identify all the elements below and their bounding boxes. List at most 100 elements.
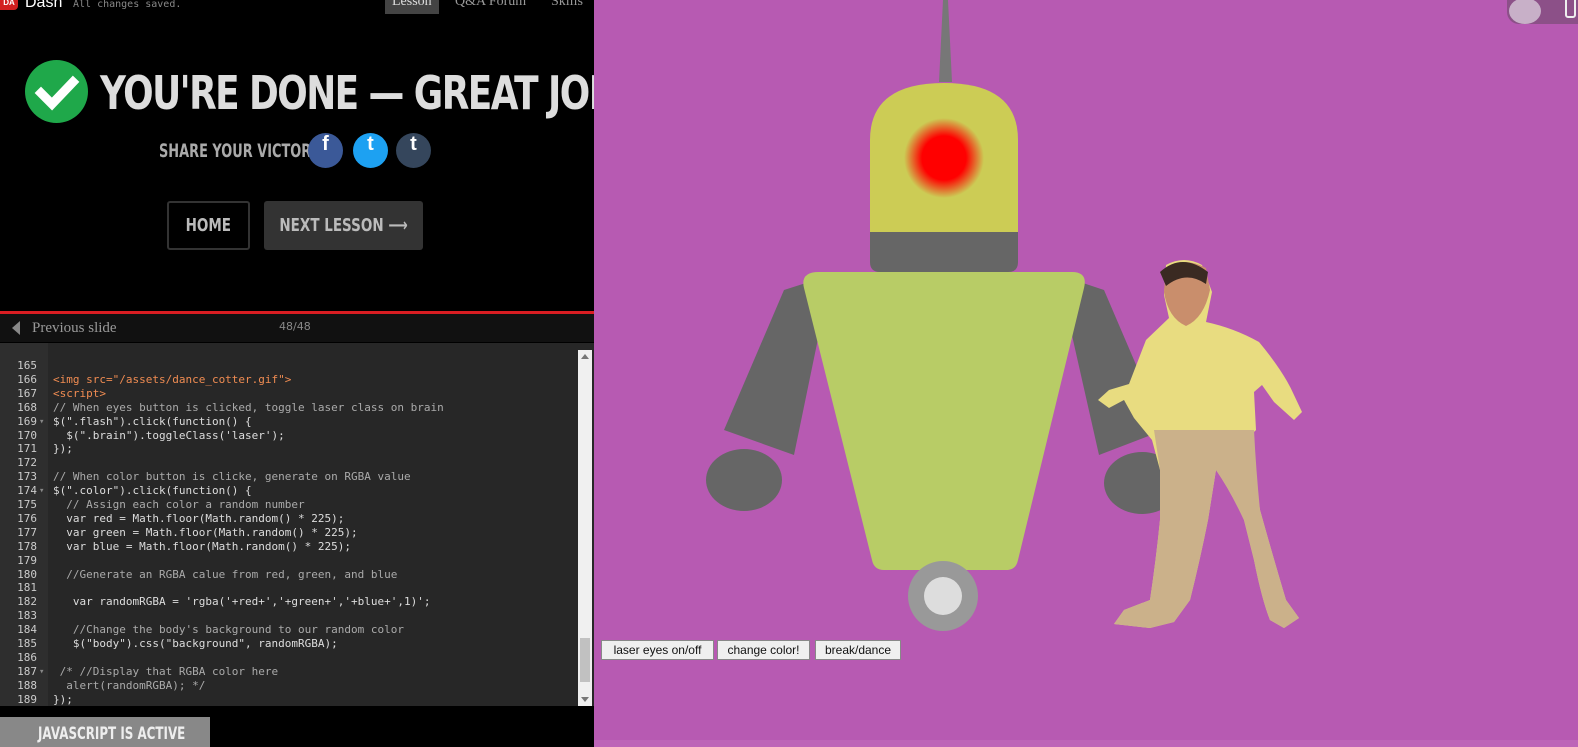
tab-lesson[interactable]: Lesson (385, 0, 439, 14)
fold-arrow-icon[interactable]: ▾ (39, 484, 44, 498)
code-line[interactable]: 178 var blue = Math.floor(Math.random() … (0, 540, 578, 554)
chevron-left-icon[interactable] (12, 321, 20, 335)
line-number: 179 (17, 553, 37, 567)
line-number: 183 (17, 609, 37, 623)
line-number: 187 (17, 664, 37, 678)
line-number: 180 (17, 567, 37, 581)
tumblr-icon[interactable]: t (396, 133, 431, 168)
code-line[interactable]: 185 $("body").css("background", randomRG… (0, 637, 578, 651)
code-line[interactable]: 176 var red = Math.floor(Math.random() *… (0, 512, 578, 526)
code-line[interactable]: 182 var randomRGBA = 'rgba('+red+','+gre… (0, 595, 578, 609)
line-number: 176 (17, 511, 37, 525)
code-line[interactable]: 174 ▾ $(".color").click(function() { (0, 484, 578, 498)
logo-text: DA (3, 0, 15, 7)
dancing-man-image (1098, 260, 1302, 628)
lesson-panel: DA Dash All changes saved. Lesson Q&A Fo… (0, 0, 594, 747)
code-text: /* //Display that RGBA color here (53, 664, 279, 678)
code-line[interactable]: 189}); (0, 693, 578, 706)
code-line[interactable]: 179 (0, 554, 578, 568)
robot-antenna (939, 0, 952, 82)
line-number: 165 (17, 359, 37, 372)
preview-bottom-strip (594, 740, 1578, 747)
code-line[interactable]: 167 <script> (0, 387, 578, 401)
line-number: 168 (17, 400, 37, 414)
scroll-thumb[interactable] (580, 638, 590, 682)
code-line[interactable]: 184 //Change the body's background to ou… (0, 623, 578, 637)
code-line[interactable]: 166 <img src="/assets/dance_cotter.gif"> (0, 373, 578, 387)
code-line[interactable]: 181 (0, 581, 578, 595)
code-text: var blue = Math.floor(Math.random() * 22… (53, 539, 352, 553)
code-line[interactable]: 169 ▾ $(".flash").click(function() { (0, 415, 578, 429)
line-number: 174 (17, 484, 37, 498)
code-text: <script> (53, 386, 106, 400)
code-text: $(".flash").click(function() { (53, 414, 252, 428)
code-line[interactable]: 168 // When eyes button is clicked, toggl… (0, 401, 578, 415)
code-text: //Generate an RGBA calue from red, green… (53, 567, 398, 581)
top-navigation: DA Dash All changes saved. Lesson Q&A Fo… (0, 0, 594, 16)
scroll-up-icon[interactable] (581, 354, 589, 359)
completion-title: YOU'RE DONE — GREAT JOB! (100, 66, 594, 120)
dash-logo[interactable]: DA (0, 0, 18, 10)
code-line[interactable]: 173 // When color button is clicke, gener… (0, 470, 578, 484)
code-line[interactable]: 186 (0, 651, 578, 665)
code-text: var green = Math.floor(Math.random() * 2… (53, 525, 358, 539)
code-editor[interactable]: 165 166 <img src="/assets/dance_cotter.gif… (0, 343, 594, 706)
code-text: //Change the body's background to our ra… (53, 623, 404, 637)
code-text: var randomRGBA = 'rgba('+red+','+green+'… (53, 595, 431, 609)
line-number: 167 (17, 386, 37, 400)
slide-navigation: Previous slide 48/48 (0, 314, 594, 342)
laser-eyes-button[interactable]: laser eyes on/off (601, 640, 714, 660)
home-button-label: HOME (185, 215, 232, 236)
javascript-status-label: JAVASCRIPT IS ACTIVE (38, 724, 186, 744)
code-line[interactable]: 188 alert(randomRGBA); */ (0, 679, 578, 693)
code-line[interactable]: 177 var green = Math.floor(Math.random()… (0, 526, 578, 540)
line-number: 175 (17, 498, 37, 511)
tab-qa-forum[interactable]: Q&A Forum (455, 0, 526, 14)
robot-laser-eye (904, 118, 984, 198)
preview-panel: laser eyes on/off change color! break/da… (594, 0, 1578, 747)
code-line[interactable]: 172 (0, 456, 578, 470)
next-lesson-label: NEXT LESSON ⟶ (279, 215, 408, 236)
scroll-down-icon[interactable] (581, 697, 589, 702)
facebook-icon[interactable]: f (308, 133, 343, 168)
code-text: $(".brain").toggleClass('laser'); (53, 428, 285, 442)
code-text: $("body").css("background", randomRGBA); (53, 637, 338, 650)
robot-neck (870, 232, 1018, 272)
completion-panel: YOU'RE DONE — GREAT JOB! SHARE YOUR VICT… (0, 16, 594, 311)
tab-skills[interactable]: Skills (551, 0, 583, 14)
break-dance-button[interactable]: break/dance (815, 640, 901, 660)
line-number: 177 (17, 525, 37, 539)
robot-left-hand (706, 449, 782, 511)
code-line[interactable]: 165 (0, 359, 578, 373)
line-number: 169 (17, 414, 37, 428)
line-number: 184 (17, 623, 37, 637)
line-number: 181 (17, 581, 37, 595)
previous-slide-link[interactable]: Previous slide (32, 320, 117, 337)
line-number: 188 (17, 678, 37, 692)
code-text: $(".color").click(function() { (53, 484, 252, 498)
code-text: alert(randomRGBA); */ (53, 678, 206, 692)
change-color-button[interactable]: change color! (717, 640, 810, 660)
twitter-icon[interactable]: t (353, 133, 388, 168)
line-number: 189 (17, 692, 37, 706)
code-text: // When color button is clicke, generate… (53, 470, 411, 484)
home-button[interactable]: HOME (167, 201, 250, 250)
code-line[interactable]: 180 //Generate an RGBA calue from red, g… (0, 568, 578, 582)
brand-name[interactable]: Dash (25, 0, 62, 12)
line-number: 182 (17, 595, 37, 609)
checkmark-icon (25, 60, 88, 123)
code-line[interactable]: 187 ▾ /* //Display that RGBA color here (0, 665, 578, 679)
code-line[interactable]: 183 (0, 609, 578, 623)
code-line[interactable]: 175 // Assign each color a random number (0, 498, 578, 512)
line-number: 185 (17, 637, 37, 650)
next-lesson-button[interactable]: NEXT LESSON ⟶ (264, 201, 423, 250)
code-text: // Assign each color a random number (53, 498, 305, 511)
code-line[interactable]: 171}); (0, 442, 578, 456)
code-line[interactable]: 170 $(".brain").toggleClass('laser'); (0, 429, 578, 443)
fold-arrow-icon[interactable]: ▾ (39, 665, 44, 679)
javascript-status-tab[interactable]: JAVASCRIPT IS ACTIVE (0, 717, 210, 747)
fold-arrow-icon[interactable]: ▾ (39, 415, 44, 429)
editor-scrollbar[interactable] (578, 350, 592, 706)
robot-illustration (706, 0, 1302, 631)
robot-torso (803, 272, 1085, 570)
